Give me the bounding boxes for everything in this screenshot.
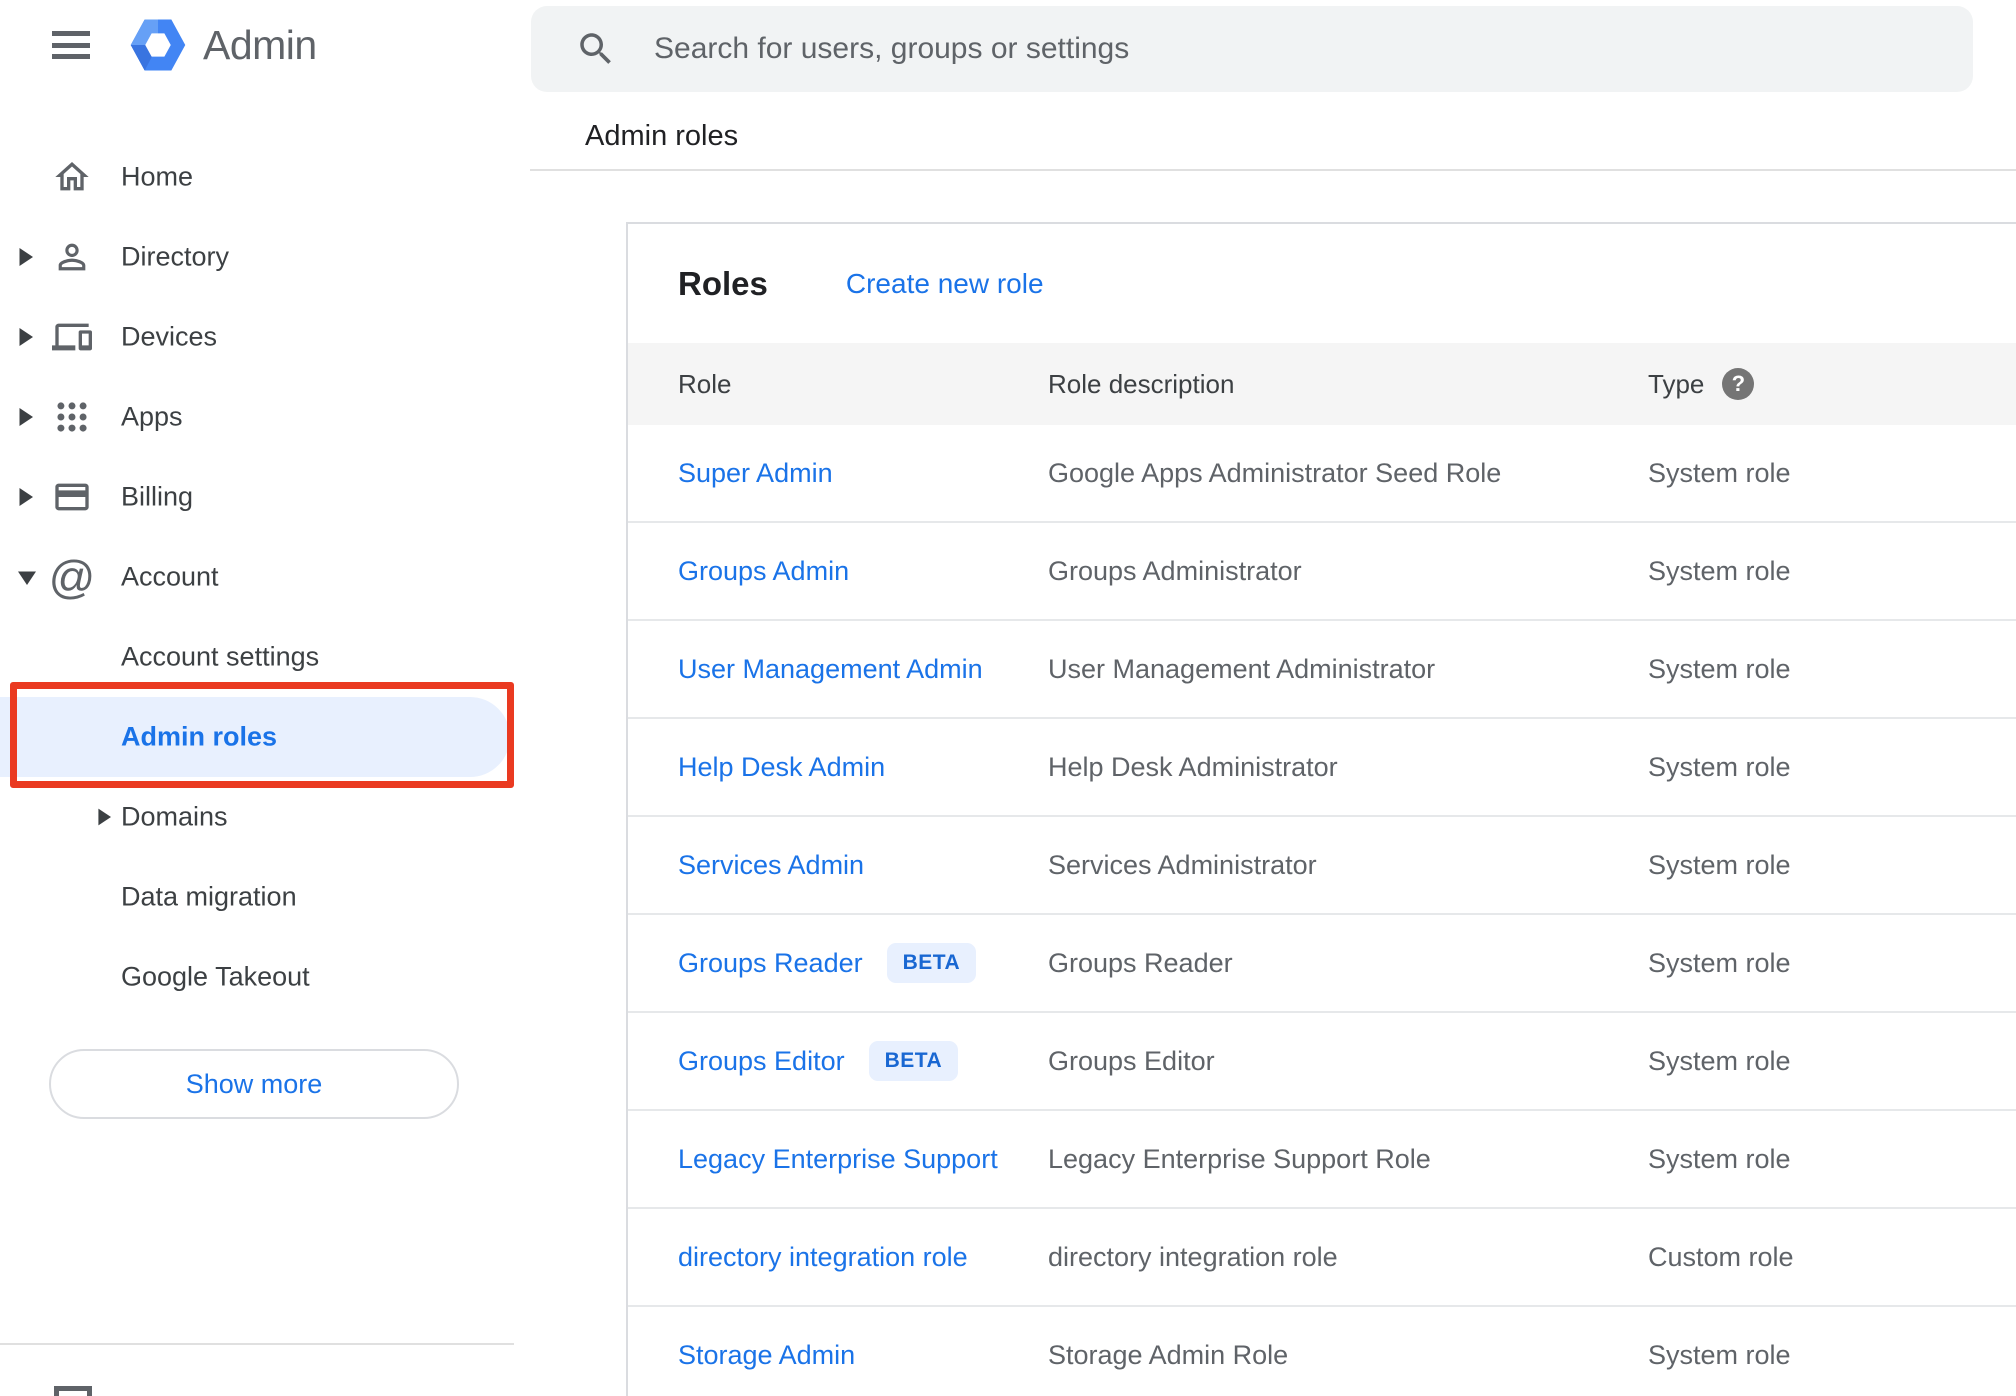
role-type: System role <box>1648 1045 1791 1076</box>
sidebar-item-account-settings[interactable]: Account settings <box>0 617 530 697</box>
table-row: Help Desk Admin Help Desk Administrator … <box>628 719 2016 817</box>
breadcrumb: Admin roles <box>585 120 739 152</box>
sidebar-item-label: Directory <box>121 241 230 272</box>
sidebar-item-billing[interactable]: Billing <box>0 457 530 537</box>
role-type: System role <box>1648 751 1791 782</box>
table-header-row: Role Role description Type ? <box>628 343 2016 425</box>
role-link[interactable]: Groups Editor <box>678 1046 845 1077</box>
sidebar-item-apps[interactable]: Apps <box>0 377 530 457</box>
beta-badge: BETA <box>886 943 977 983</box>
role-link[interactable]: Services Admin <box>678 850 864 881</box>
role-type: System role <box>1648 555 1791 586</box>
sidebar-item-google-takeout[interactable]: Google Takeout <box>0 937 530 1017</box>
expand-arrow-icon[interactable] <box>18 328 36 346</box>
sidebar-item-label: Billing <box>121 481 194 512</box>
breadcrumb-divider <box>530 169 2016 171</box>
role-type: System role <box>1648 457 1791 488</box>
role-link[interactable]: directory integration role <box>678 1242 968 1273</box>
sidebar-nav: Home Directory Devices Apps Billing @ Ac… <box>0 137 530 1017</box>
sidebar-item-home[interactable]: Home <box>0 137 530 217</box>
role-type: System role <box>1648 1339 1791 1370</box>
search-input[interactable] <box>654 32 1943 66</box>
role-link[interactable]: Legacy Enterprise Support <box>678 1144 998 1175</box>
sidebar-item-label: Domains <box>121 801 228 832</box>
google-admin-logo-icon <box>127 16 189 74</box>
table-row: Services Admin Services Administrator Sy… <box>628 817 2016 915</box>
table-row: User Management Admin User Management Ad… <box>628 621 2016 719</box>
sidebar-item-label: Admin roles <box>121 721 278 752</box>
sidebar-item-label: Data migration <box>121 881 297 912</box>
credit-card-icon <box>52 477 92 517</box>
create-new-role-link[interactable]: Create new role <box>846 268 1044 300</box>
table-row: Groups Reader BETA Groups Reader System … <box>628 915 2016 1013</box>
expand-arrow-icon[interactable] <box>18 248 36 266</box>
sidebar-item-data-migration[interactable]: Data migration <box>0 857 530 937</box>
role-link[interactable]: Groups Admin <box>678 556 849 587</box>
devices-icon <box>52 317 92 357</box>
sidebar-item-label: Google Takeout <box>121 961 310 992</box>
role-description: Google Apps Administrator Seed Role <box>1048 457 1502 488</box>
collapse-arrow-icon[interactable] <box>18 568 36 586</box>
role-description: Help Desk Administrator <box>1048 751 1338 782</box>
role-link[interactable]: Groups Reader <box>678 948 863 979</box>
sidebar-item-label: Home <box>121 161 194 192</box>
hamburger-menu-button[interactable] <box>52 31 90 59</box>
role-link[interactable]: Super Admin <box>678 458 833 489</box>
role-type: System role <box>1648 1143 1791 1174</box>
sidebar-item-label: Devices <box>121 321 218 352</box>
sidebar-item-label: Account settings <box>121 641 320 672</box>
role-description: Groups Editor <box>1048 1045 1215 1076</box>
sidebar-item-label: Apps <box>121 401 183 432</box>
roles-card-header: Roles Create new role <box>628 224 2016 343</box>
search-icon <box>575 28 617 70</box>
role-type: Custom role <box>1648 1241 1794 1272</box>
home-icon <box>52 157 92 197</box>
table-row: Groups Admin Groups Administrator System… <box>628 523 2016 621</box>
app-name: Admin <box>203 22 317 68</box>
column-header-type: Type <box>1648 368 1705 399</box>
google-admin-console: Admin Admin roles Home Directory Devices… <box>0 0 2016 1396</box>
column-header-role-description: Role description <box>1048 368 1235 399</box>
role-description: Groups Administrator <box>1048 555 1302 586</box>
table-row: Groups Editor BETA Groups Editor System … <box>628 1013 2016 1111</box>
hamburger-icon <box>52 31 90 36</box>
role-description: User Management Administrator <box>1048 653 1436 684</box>
sidebar-item-domains[interactable]: Domains <box>0 777 530 857</box>
sidebar-item-admin-roles[interactable]: Admin roles <box>0 697 530 777</box>
role-type: System role <box>1648 947 1791 978</box>
table-row: directory integration role directory int… <box>628 1209 2016 1307</box>
role-description: Storage Admin Role <box>1048 1339 1289 1370</box>
role-link[interactable]: User Management Admin <box>678 654 983 685</box>
sidebar-divider <box>0 1343 514 1345</box>
role-link[interactable]: Storage Admin <box>678 1340 855 1371</box>
expand-arrow-icon[interactable] <box>18 488 36 506</box>
role-description: directory integration role <box>1048 1241 1338 1272</box>
roles-title: Roles <box>678 264 768 302</box>
person-icon <box>52 237 92 277</box>
show-more-button[interactable]: Show more <box>49 1049 459 1119</box>
table-row: Super Admin Google Apps Administrator Se… <box>628 425 2016 523</box>
sidebar-item-label: Account <box>121 561 219 592</box>
role-description: Groups Reader <box>1048 947 1233 978</box>
role-type: System role <box>1648 653 1791 684</box>
expand-arrow-icon[interactable] <box>97 808 113 826</box>
expand-arrow-icon[interactable] <box>18 408 36 426</box>
sidebar-item-directory[interactable]: Directory <box>0 217 530 297</box>
column-header-role: Role <box>678 368 732 399</box>
help-icon[interactable]: ? <box>1722 368 1755 400</box>
partially-visible-icon <box>54 1386 92 1396</box>
table-row: Storage Admin Storage Admin Role System … <box>628 1307 2016 1396</box>
sidebar-item-devices[interactable]: Devices <box>0 297 530 377</box>
role-description: Legacy Enterprise Support Role <box>1048 1143 1431 1174</box>
role-type: System role <box>1648 849 1791 880</box>
role-description: Services Administrator <box>1048 849 1317 880</box>
apps-grid-icon <box>52 397 92 437</box>
roles-card: Roles Create new role Role Role descript… <box>626 222 2016 1396</box>
table-row: Legacy Enterprise Support Legacy Enterpr… <box>628 1111 2016 1209</box>
beta-badge: BETA <box>868 1041 959 1081</box>
role-link[interactable]: Help Desk Admin <box>678 752 885 783</box>
at-sign-icon: @ <box>48 551 96 603</box>
sidebar-item-account[interactable]: @ Account <box>0 537 530 617</box>
search-bar <box>531 6 1973 92</box>
